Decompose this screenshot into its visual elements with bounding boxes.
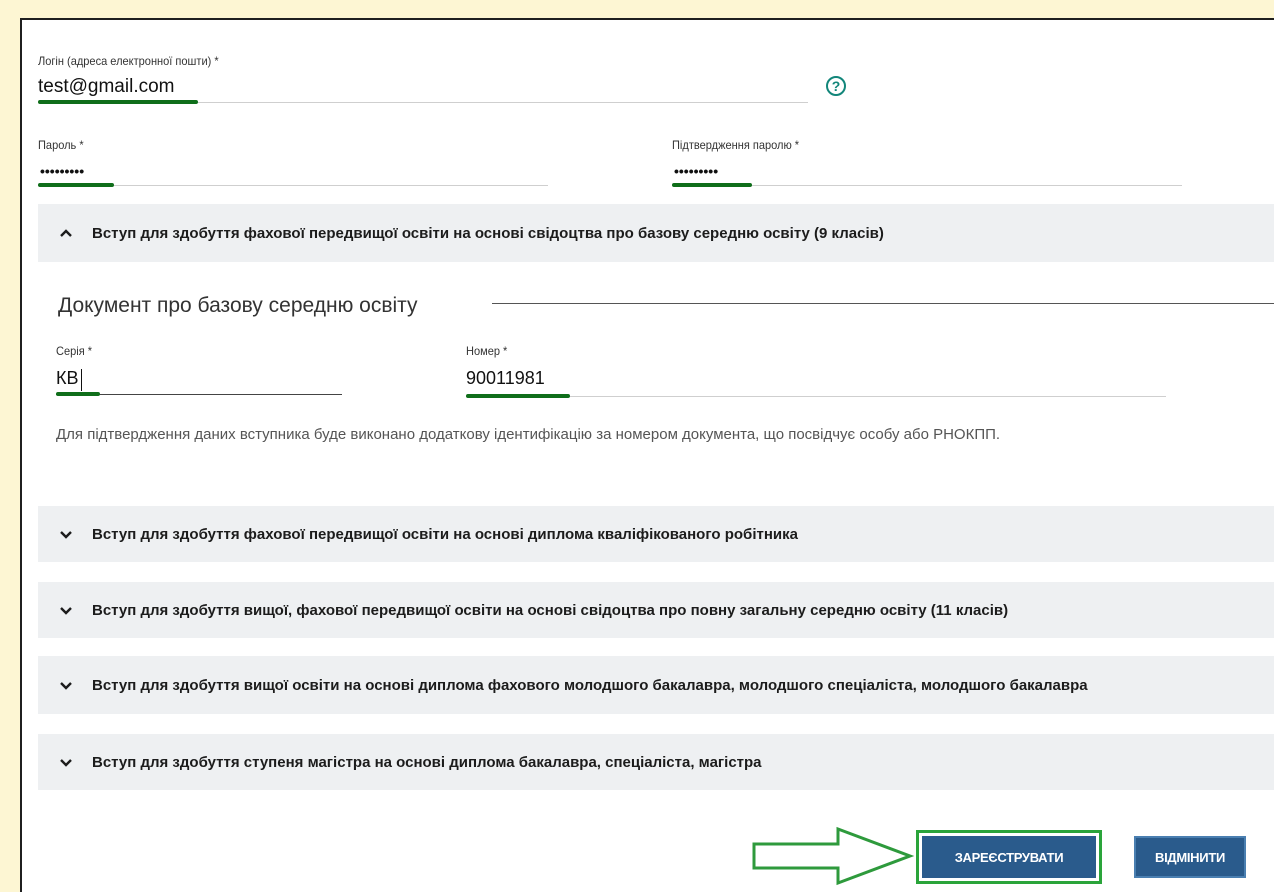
- register-button[interactable]: ЗАРЕЄСТРУВАТИ: [922, 836, 1096, 878]
- password-highlight: [38, 183, 114, 187]
- password-confirm-label: Підтвердження паролю *: [672, 138, 800, 152]
- series-highlight: [56, 392, 100, 396]
- password-label: Пароль *: [38, 138, 84, 152]
- registration-panel: Логін (адреса електронної пошти) * test@…: [20, 18, 1274, 892]
- series-input[interactable]: КВ: [56, 368, 79, 389]
- accordion-header-master[interactable]: Вступ для здобуття ступеня магістра на о…: [38, 734, 1274, 790]
- series-label: Серія *: [56, 344, 93, 358]
- chevron-down-icon: [60, 607, 72, 615]
- register-button-highlight: ЗАРЕЄСТРУВАТИ: [916, 830, 1102, 884]
- accordion-title: Вступ для здобуття вищої, фахової передв…: [92, 601, 1009, 619]
- login-highlight: [38, 100, 198, 104]
- chevron-down-icon: [60, 759, 72, 767]
- accordion-title: Вступ для здобуття фахової передвищої ос…: [92, 525, 798, 543]
- number-underline: [466, 396, 1166, 397]
- question-circle-icon[interactable]: ?: [826, 76, 846, 96]
- login-input[interactable]: test@gmail.com: [38, 76, 175, 98]
- accordion-title: Вступ для здобуття ступеня магістра на о…: [92, 753, 762, 771]
- accordion-header-9-grades[interactable]: Вступ для здобуття фахової передвищої ос…: [38, 204, 1274, 262]
- accordion-title: Вступ для здобуття вищої освіти на основ…: [92, 676, 1088, 694]
- accordion-header-skilled-worker[interactable]: Вступ для здобуття фахової передвищої ос…: [38, 506, 1274, 562]
- chevron-up-icon: [60, 229, 72, 237]
- text-cursor: [81, 369, 82, 391]
- document-section-title: Документ про базову середню освіту: [58, 294, 418, 317]
- section-divider: [492, 303, 1274, 304]
- accordion-header-junior-bachelor[interactable]: Вступ для здобуття вищої освіти на основ…: [38, 656, 1274, 714]
- accordion-header-11-grades[interactable]: Вступ для здобуття вищої, фахової передв…: [38, 582, 1274, 638]
- login-label: Логін (адреса електронної пошти) *: [38, 54, 219, 68]
- number-label: Номер *: [466, 344, 508, 358]
- password-underline: [38, 185, 548, 186]
- chevron-down-icon: [60, 531, 72, 539]
- number-input[interactable]: 90011981: [466, 368, 545, 389]
- arrow-right-icon: [752, 826, 915, 886]
- identification-note: Для підтвердження даних вступника буде в…: [56, 426, 1001, 443]
- password-confirm-highlight: [672, 183, 752, 187]
- accordion-title: Вступ для здобуття фахової передвищої ос…: [92, 224, 884, 242]
- password-input[interactable]: •••••••••: [40, 163, 84, 179]
- number-highlight: [466, 394, 570, 398]
- cancel-button[interactable]: ВІДМІНИТИ: [1134, 836, 1246, 878]
- password-confirm-input[interactable]: •••••••••: [674, 163, 718, 179]
- chevron-down-icon: [60, 682, 72, 690]
